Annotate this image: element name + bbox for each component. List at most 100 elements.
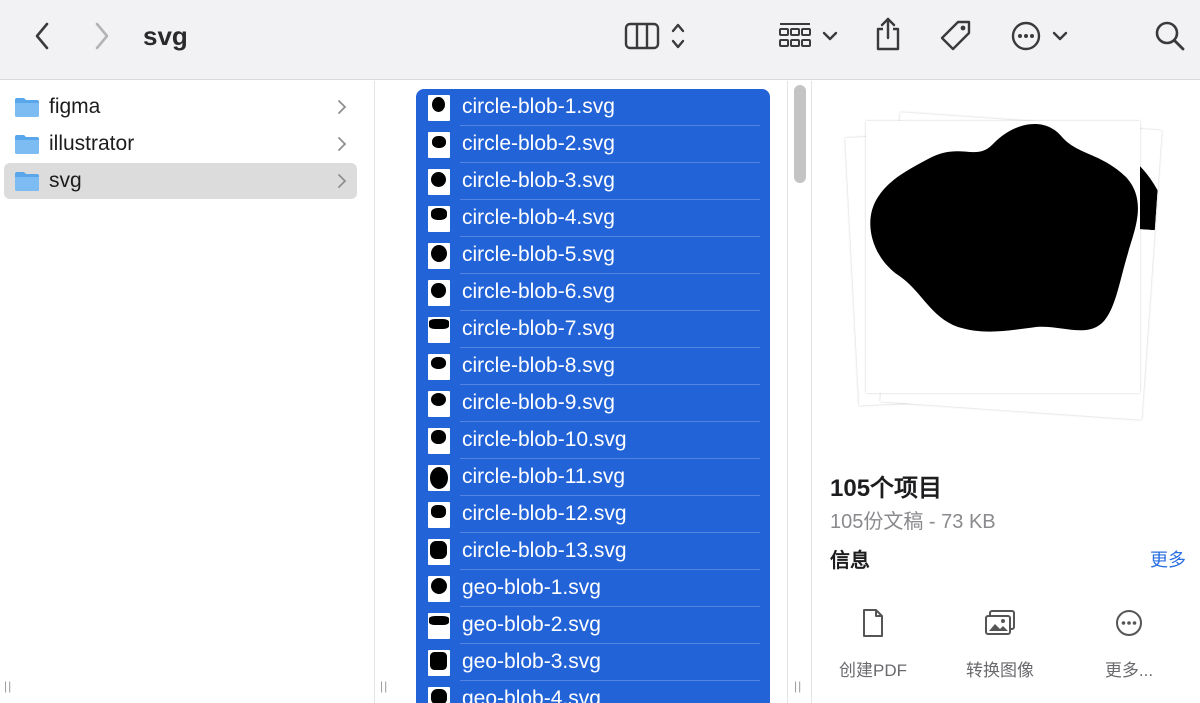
blob-shape <box>430 541 447 559</box>
convert-image-button[interactable]: 转换图像 <box>945 606 1055 681</box>
blob-shape <box>431 172 446 187</box>
folder-icon <box>15 172 39 191</box>
svg-file-thumbnail-icon <box>428 465 450 491</box>
blob-shape <box>431 357 446 369</box>
folder-item-illustrator[interactable]: illustrator <box>4 126 357 162</box>
file-item[interactable]: geo-blob-2.svg <box>416 607 770 644</box>
file-label: geo-blob-2.svg <box>462 613 601 636</box>
file-item[interactable]: circle-blob-5.svg <box>416 237 770 274</box>
chevron-right-icon <box>338 137 347 151</box>
search-button[interactable] <box>1150 16 1190 56</box>
column-resize-handle[interactable]: || <box>794 679 802 693</box>
blob-shape <box>432 97 445 112</box>
preview-title: 105个项目 <box>830 475 943 502</box>
file-label: geo-blob-4.svg <box>462 687 601 703</box>
more-actions-button[interactable] <box>1008 18 1072 54</box>
svg-file-thumbnail-icon <box>428 354 450 380</box>
file-item[interactable]: circle-blob-7.svg <box>416 311 770 348</box>
svg-file-thumbnail-icon <box>428 206 450 232</box>
svg-file-thumbnail-icon <box>428 687 450 703</box>
chevron-right-icon <box>95 22 109 50</box>
file-item[interactable]: circle-blob-13.svg <box>416 533 770 570</box>
file-item[interactable]: geo-blob-1.svg <box>416 570 770 607</box>
folder-label: illustrator <box>49 132 135 155</box>
preview-stack <box>812 81 1200 441</box>
file-item[interactable]: geo-blob-4.svg <box>416 681 770 703</box>
svg-file-thumbnail-icon <box>428 650 450 676</box>
svg-file-thumbnail-icon <box>428 613 450 639</box>
grid-icon <box>779 23 838 47</box>
file-label: circle-blob-3.svg <box>462 169 615 192</box>
svg-file-thumbnail-icon <box>428 576 450 602</box>
blob-shape <box>432 136 446 148</box>
svg-file-thumbnail-icon <box>428 243 450 269</box>
file-label: circle-blob-5.svg <box>462 243 615 266</box>
preview-page-front <box>866 121 1140 393</box>
folder-item-figma[interactable]: figma <box>4 89 357 125</box>
blob-shape <box>429 616 449 625</box>
folder-item-svg[interactable]: svg <box>4 163 357 199</box>
tag-icon <box>940 20 971 51</box>
file-item[interactable]: geo-blob-3.svg <box>416 644 770 681</box>
action-label: 转换图像 <box>966 661 1034 680</box>
folder-icon <box>15 135 39 154</box>
file-label: geo-blob-3.svg <box>462 650 601 673</box>
file-item[interactable]: circle-blob-6.svg <box>416 274 770 311</box>
action-label: 更多... <box>1104 661 1154 680</box>
svg-file-thumbnail-icon <box>428 502 450 528</box>
back-button[interactable] <box>28 20 56 52</box>
blob-shape <box>429 319 449 329</box>
blob-shape <box>870 124 1138 332</box>
vertical-scrollbar[interactable] <box>794 85 806 183</box>
window-title: svg <box>143 21 188 51</box>
file-label: circle-blob-12.svg <box>462 502 627 525</box>
file-label: circle-blob-4.svg <box>462 206 615 229</box>
blob-shape <box>431 689 447 703</box>
more-info-link[interactable]: 更多 <box>1150 546 1186 572</box>
file-item[interactable]: circle-blob-8.svg <box>416 348 770 385</box>
file-item[interactable]: circle-blob-1.svg <box>416 89 770 126</box>
file-label: circle-blob-9.svg <box>462 391 615 414</box>
file-label: circle-blob-1.svg <box>462 95 615 118</box>
svg-file-thumbnail-icon <box>428 428 450 454</box>
blob-shape <box>431 245 447 262</box>
column-resize-handle[interactable]: || <box>4 679 12 693</box>
folder-label: figma <box>49 95 101 118</box>
file-item[interactable]: circle-blob-10.svg <box>416 422 770 459</box>
chevron-right-icon <box>338 174 347 188</box>
preview-pane: 105个项目 105份文稿 - 73 KB 信息 更多 创建PDF 转换图像 更… <box>812 81 1200 703</box>
column-resize-handle[interactable]: || <box>380 679 388 693</box>
file-label: circle-blob-13.svg <box>462 539 627 562</box>
blob-shape <box>430 652 447 670</box>
share-button[interactable] <box>870 14 906 54</box>
file-label: circle-blob-2.svg <box>462 132 615 155</box>
file-item[interactable]: circle-blob-3.svg <box>416 163 770 200</box>
file-label: circle-blob-7.svg <box>462 317 615 340</box>
file-column: circle-blob-1.svg circle-blob-2.svg circle… <box>376 81 788 703</box>
file-item[interactable]: circle-blob-9.svg <box>416 385 770 422</box>
columns-icon <box>624 22 685 50</box>
svg-file-thumbnail-icon <box>428 132 450 158</box>
file-label: circle-blob-8.svg <box>462 354 615 377</box>
file-label: circle-blob-11.svg <box>462 465 626 488</box>
forward-button[interactable] <box>88 20 116 52</box>
svg-file-thumbnail-icon <box>428 169 450 195</box>
info-heading: 信息 <box>830 550 870 572</box>
blob-shape <box>430 467 448 489</box>
file-item[interactable]: circle-blob-11.svg <box>416 459 770 496</box>
blob-shape <box>431 505 446 518</box>
more-button[interactable]: 更多... <box>1074 606 1184 681</box>
view-mode-button[interactable] <box>622 18 692 54</box>
ellipsis-circle-icon <box>1116 610 1142 636</box>
file-item[interactable]: circle-blob-4.svg <box>416 200 770 237</box>
file-label: circle-blob-10.svg <box>462 428 627 451</box>
preview-subtitle: 105份文稿 - 73 KB <box>830 511 996 533</box>
file-item[interactable]: circle-blob-2.svg <box>416 126 770 163</box>
file-item[interactable]: circle-blob-12.svg <box>416 496 770 533</box>
scroll-area: || <box>788 81 812 703</box>
svg-file-thumbnail-icon <box>428 391 450 417</box>
tag-button[interactable] <box>936 16 976 56</box>
group-button[interactable] <box>776 18 842 54</box>
svg-file-thumbnail-icon <box>428 95 450 121</box>
create-pdf-button[interactable]: 创建PDF <box>818 606 928 681</box>
